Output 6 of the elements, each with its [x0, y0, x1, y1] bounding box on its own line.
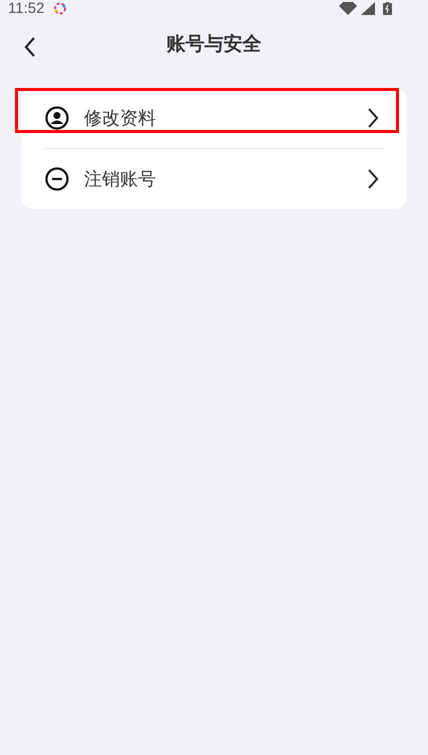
status-time: 11:52 [8, 0, 44, 16]
menu-item[interactable]: 修改资料 [21, 88, 407, 148]
page-title: 账号与安全 [166, 32, 262, 57]
menu-label: 修改资料 [84, 106, 157, 130]
menu-label: 注销账号 [84, 168, 157, 190]
menu-item[interactable]: 注销账号 [21, 149, 407, 209]
